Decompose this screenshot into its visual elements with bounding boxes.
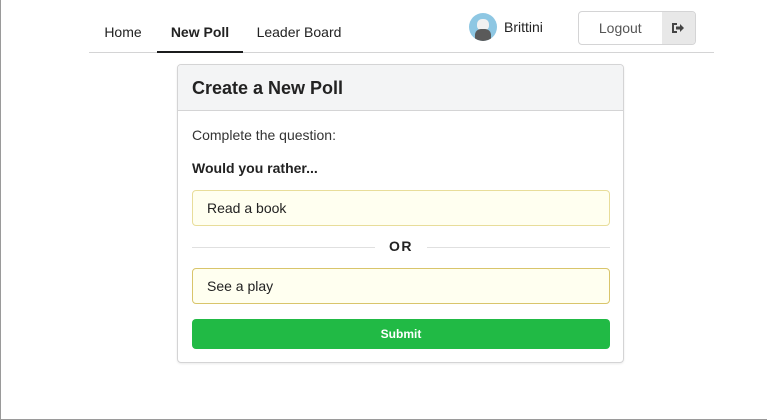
tab-leader-board[interactable]: Leader Board — [249, 14, 349, 51]
new-poll-card: Create a New Poll Complete the question:… — [177, 64, 624, 363]
submit-button[interactable]: Submit — [192, 319, 610, 349]
or-divider: OR — [192, 237, 610, 257]
divider-line-right — [427, 247, 610, 248]
top-nav: Home New Poll Leader Board Brittini Logo… — [89, 0, 714, 53]
option-one-input[interactable]: Read a book — [192, 190, 610, 226]
sign-out-icon — [661, 12, 695, 44]
avatar — [469, 13, 497, 41]
user-info: Brittini — [469, 12, 543, 42]
card-title: Create a New Poll — [178, 65, 623, 111]
option-two-input[interactable]: See a play — [192, 268, 610, 304]
divider-text: OR — [389, 238, 413, 254]
question-heading: Would you rather... — [192, 160, 318, 176]
user-name: Brittini — [504, 19, 543, 35]
tab-new-poll[interactable]: New Poll — [157, 14, 243, 53]
logout-button[interactable]: Logout — [578, 11, 696, 45]
question-prompt: Complete the question: — [192, 127, 336, 143]
tab-home[interactable]: Home — [89, 14, 157, 51]
logout-label: Logout — [598, 20, 642, 36]
